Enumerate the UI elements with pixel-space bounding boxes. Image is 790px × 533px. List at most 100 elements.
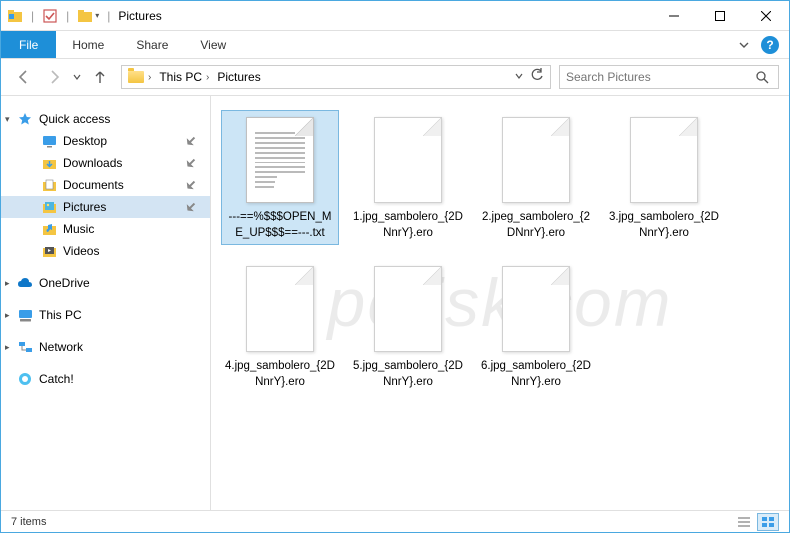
expand-ribbon-icon[interactable] xyxy=(735,36,753,54)
sidebar-item-documents[interactable]: Documents xyxy=(1,174,210,196)
tab-share[interactable]: Share xyxy=(120,31,184,58)
sidebar-item-music[interactable]: Music xyxy=(1,218,210,240)
back-button[interactable] xyxy=(11,64,37,90)
blank-file-icon xyxy=(496,263,576,355)
onedrive-icon xyxy=(17,275,33,291)
sidebar-item-label: Music xyxy=(63,222,94,236)
forward-button[interactable] xyxy=(41,64,67,90)
file-label: 3.jpg_sambolero_{2DNnrY}.ero xyxy=(609,210,719,241)
caret-icon[interactable]: ▸ xyxy=(5,310,10,321)
sidebar-network[interactable]: ▸ Network xyxy=(1,336,210,358)
sidebar-item-label: Videos xyxy=(63,244,99,258)
breadcrumb-thispc[interactable]: This PC› xyxy=(155,70,213,84)
sidebar-onedrive[interactable]: ▸ OneDrive xyxy=(1,272,210,294)
file-label: 5.jpg_sambolero_{2DNnrY}.ero xyxy=(353,359,463,390)
blank-file-icon xyxy=(368,114,448,206)
file-pane[interactable]: pcrisk.com ---==%$$$OPEN_ME_UP$$$==---.t… xyxy=(211,96,789,510)
desktop-icon xyxy=(41,133,57,149)
music-icon xyxy=(41,221,57,237)
blank-file-icon xyxy=(240,263,320,355)
sidebar-item-label: Documents xyxy=(63,178,124,192)
file-label: ---==%$$$OPEN_ME_UP$$$==---.txt xyxy=(225,210,335,241)
sidebar-item-desktop[interactable]: Desktop xyxy=(1,130,210,152)
navigation-pane: ▾ Quick access Desktop Downloads Documen… xyxy=(1,96,211,510)
help-icon[interactable]: ? xyxy=(761,36,779,54)
pictures-icon xyxy=(41,199,57,215)
caret-icon[interactable]: ▾ xyxy=(5,114,10,125)
properties-icon[interactable] xyxy=(42,8,58,24)
status-item-count: 7 items xyxy=(11,516,46,528)
downloads-icon xyxy=(41,155,57,171)
file-item[interactable]: 4.jpg_sambolero_{2DNnrY}.ero xyxy=(221,259,339,394)
sidebar-item-videos[interactable]: Videos xyxy=(1,240,210,262)
explorer-icon xyxy=(7,8,23,24)
ribbon: File Home Share View ? xyxy=(1,31,789,59)
file-item[interactable]: 6.jpg_sambolero_{2DNnrY}.ero xyxy=(477,259,595,394)
large-icons-view-button[interactable] xyxy=(757,513,779,531)
star-icon xyxy=(17,111,33,127)
refresh-icon[interactable] xyxy=(530,68,544,87)
videos-icon xyxy=(41,243,57,259)
blank-file-icon xyxy=(368,263,448,355)
tab-home[interactable]: Home xyxy=(56,31,120,58)
breadcrumb[interactable]: › This PC› Pictures xyxy=(121,65,551,89)
sidebar-catch[interactable]: Catch! xyxy=(1,368,210,390)
caret-icon[interactable]: ▸ xyxy=(5,278,10,289)
status-bar: 7 items xyxy=(1,510,789,532)
breadcrumb-root-icon[interactable]: › xyxy=(124,71,155,83)
search-input[interactable] xyxy=(566,70,752,84)
window-controls xyxy=(651,1,789,31)
titlebar-left: | | ▾ | Pictures xyxy=(1,8,162,24)
search-icon[interactable] xyxy=(752,71,772,84)
details-view-button[interactable] xyxy=(733,513,755,531)
file-item[interactable]: ---==%$$$OPEN_ME_UP$$$==---.txt xyxy=(221,110,339,245)
qat-chevron-icon[interactable]: ▾ xyxy=(95,11,99,20)
file-tab[interactable]: File xyxy=(1,31,56,58)
file-label: 6.jpg_sambolero_{2DNnrY}.ero xyxy=(481,359,591,390)
main-area: ▾ Quick access Desktop Downloads Documen… xyxy=(1,95,789,510)
separator: | xyxy=(66,9,69,23)
sidebar-quick-access[interactable]: ▾ Quick access xyxy=(1,108,210,130)
sidebar-item-label: Pictures xyxy=(63,200,106,214)
recent-locations-icon[interactable] xyxy=(71,64,83,90)
sidebar-item-pictures[interactable]: Pictures xyxy=(1,196,210,218)
sidebar-item-label: Network xyxy=(39,340,83,354)
window-title: Pictures xyxy=(118,9,161,23)
sidebar-item-label: Desktop xyxy=(63,134,107,148)
sidebar-thispc[interactable]: ▸ This PC xyxy=(1,304,210,326)
qat-dropdown-icon[interactable] xyxy=(77,8,93,24)
maximize-button[interactable] xyxy=(697,1,743,31)
close-button[interactable] xyxy=(743,1,789,31)
file-label: 4.jpg_sambolero_{2DNnrY}.ero xyxy=(225,359,335,390)
sidebar-item-label: This PC xyxy=(39,308,82,322)
breadcrumb-dropdown-icon[interactable] xyxy=(514,68,524,86)
sidebar-item-label: Quick access xyxy=(39,112,110,126)
documents-icon xyxy=(41,177,57,193)
sidebar-item-label: OneDrive xyxy=(39,276,90,290)
navigation-bar: › This PC› Pictures xyxy=(1,59,789,95)
file-item[interactable]: 2.jpeg_sambolero_{2DNnrY}.ero xyxy=(477,110,595,245)
separator: | xyxy=(31,9,34,23)
file-item[interactable]: 3.jpg_sambolero_{2DNnrY}.ero xyxy=(605,110,723,245)
breadcrumb-pictures[interactable]: Pictures xyxy=(213,70,264,84)
blank-file-icon xyxy=(496,114,576,206)
blank-file-icon xyxy=(624,114,704,206)
text-file-icon xyxy=(240,114,320,206)
thispc-icon xyxy=(17,307,33,323)
titlebar: | | ▾ | Pictures xyxy=(1,1,789,31)
sidebar-item-label: Catch! xyxy=(39,372,74,386)
file-label: 1.jpg_sambolero_{2DNnrY}.ero xyxy=(353,210,463,241)
file-label: 2.jpeg_sambolero_{2DNnrY}.ero xyxy=(481,210,591,241)
sidebar-item-downloads[interactable]: Downloads xyxy=(1,152,210,174)
caret-icon[interactable]: ▸ xyxy=(5,342,10,353)
network-icon xyxy=(17,339,33,355)
catch-icon xyxy=(17,371,33,387)
minimize-button[interactable] xyxy=(651,1,697,31)
tab-view[interactable]: View xyxy=(184,31,242,58)
sidebar-item-label: Downloads xyxy=(63,156,122,170)
file-item[interactable]: 5.jpg_sambolero_{2DNnrY}.ero xyxy=(349,259,467,394)
up-button[interactable] xyxy=(87,64,113,90)
file-item[interactable]: 1.jpg_sambolero_{2DNnrY}.ero xyxy=(349,110,467,245)
separator: | xyxy=(107,9,110,23)
search-box[interactable] xyxy=(559,65,779,89)
